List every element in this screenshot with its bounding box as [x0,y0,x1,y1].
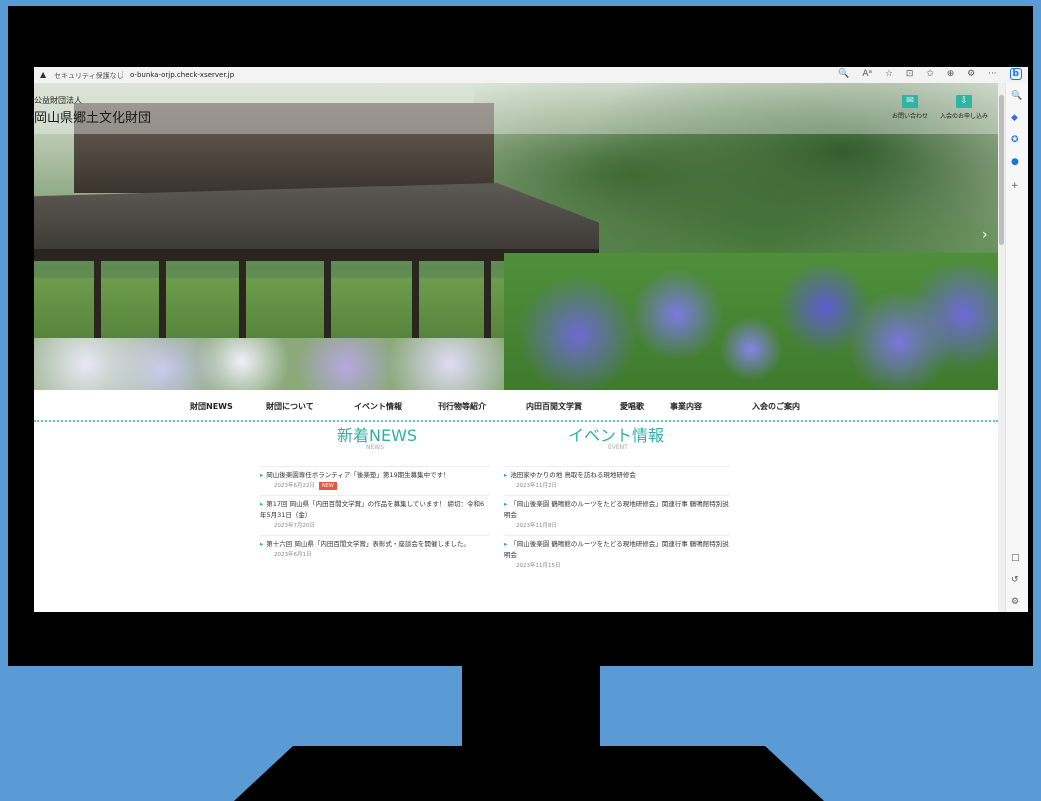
hero-hydrangeas [504,253,998,390]
nav-item-events[interactable]: イベント情報 [354,401,402,412]
event-item[interactable]: ▸ 「岡山後楽園 鶴鳴館のルーツをたどる現地研修会」関連行事 鶴鳴館特別説明会 2… [504,539,730,572]
events-subtitle: EVENT [608,444,628,451]
document-icon: ⇩ [956,95,972,108]
hero-post [484,261,491,341]
sidebar-external-icon[interactable]: ↺ [1011,575,1019,585]
news-item-date: 2023年7月20日 [274,523,315,529]
event-item-date: 2023年11月15日 [516,563,561,569]
news-item-date: 2023年6月1日 [274,552,312,558]
sidebar-tools-icon[interactable]: ◆ [1011,113,1018,123]
nav-item-business[interactable]: 事業内容 [670,401,702,412]
hero-post [94,261,101,341]
new-badge: NEW [319,482,337,490]
split-screen-icon[interactable]: ⊡ [906,69,914,79]
contact-button[interactable]: ✉ お問い合わせ [888,95,932,120]
bing-copilot-icon[interactable]: b [1009,68,1022,80]
warning-icon[interactable]: ▲ [40,70,46,79]
events-divider [504,466,730,467]
bullet-icon: ▸ [504,540,508,548]
org-subtitle: 公益財団法人 [34,96,82,105]
read-aloud-icon[interactable]: Aᵃ [862,69,872,79]
slider-next-icon[interactable]: › [982,227,988,243]
nav-item-about[interactable]: 財団について [266,401,314,412]
site-header [34,83,998,134]
event-item-text[interactable]: 池田家ゆかりの地 鳥取を訪ねる現地研修会 [510,471,636,479]
bullet-icon: ▸ [260,540,264,548]
news-subtitle: NEWS [366,444,385,451]
bullet-icon: ▸ [260,471,264,479]
main-content: 新着NEWS NEWS ▸ 岡山後楽園専任ボランティア「後楽塾」第19期生募集中で… [34,422,998,612]
news-divider [260,466,490,467]
browser-toolbar: 🔍 Aᵃ ☆ ⊡ ✩ ⊕ ⚙ ··· b [828,68,1022,80]
nav-item-publications[interactable]: 刊行物等紹介 [438,401,486,412]
contact-label: お問い合わせ [891,113,928,120]
hero-post [412,261,419,341]
monitor-neck [462,666,600,748]
bullet-icon: ▸ [504,500,508,508]
event-item-text[interactable]: 「岡山後楽園 鶴鳴館のルーツをたどる現地研修会」関連行事 鶴鳴館特別説明会 [504,540,729,559]
event-item-text[interactable]: 「岡山後楽園 鶴鳴館のルーツをたどる現地研修会」関連行事 鶴鳴館特別説明会 [504,500,729,519]
sidebar-layout-icon[interactable]: □ [1011,553,1020,563]
hero-post [324,261,331,341]
bullet-icon: ▸ [260,500,264,508]
nav-item-news[interactable]: 財団NEWS [190,401,233,412]
favorites-list-icon[interactable]: ✩ [926,69,934,79]
sidebar-games-icon[interactable]: ✪ [1011,135,1019,145]
hero-post [159,261,166,341]
news-item[interactable]: ▸ 第17回 岡山県「内田百閒文学賞」の作品を募集しています！ 締切：令和6年5月… [260,499,490,532]
news-divider [260,535,490,536]
favorite-icon[interactable]: ☆ [885,69,893,79]
event-item[interactable]: ▸ 池田家ゆかりの地 鳥取を訪ねる現地研修会 2023年11月2日 [504,470,730,492]
zoom-icon[interactable]: 🔍 [838,69,849,79]
news-divider [260,495,490,496]
news-item-date: 2023年6月22日 NEW [274,481,490,492]
news-item-text[interactable]: 第17回 岡山県「内田百閒文学賞」の作品を募集しています！ 締切：令和6年5月3… [260,500,484,519]
join-label: 入会のお申し込み [939,113,988,120]
sidebar-search-icon[interactable]: 🔍 [1011,91,1022,101]
news-title: 新着NEWS [337,426,418,445]
scrollbar-thumb[interactable] [999,95,1004,245]
hero-post [239,261,246,341]
nav-item-literary-award[interactable]: 内田百閒文学賞 [526,401,582,412]
sidebar-settings-icon[interactable]: ⚙ [1011,597,1019,607]
event-item-date: 2023年11月8日 [516,523,557,529]
sidebar-outlook-icon[interactable]: ● [1011,157,1019,167]
security-status[interactable]: セキュリティ保護なし [54,71,124,81]
url-text[interactable]: o-bunka-orjp.check-xserver.jp [130,71,234,79]
browser-screen: ▲ セキュリティ保護なし | o-bunka-orjp.check-xserve… [34,67,1028,612]
more-menu-icon[interactable]: ··· [988,69,997,79]
sidebar-add-icon[interactable]: + [1011,181,1019,191]
address-separator: | [121,70,124,78]
bullet-icon: ▸ [504,471,508,479]
extensions-icon[interactable]: ⚙ [967,69,975,79]
monitor-base [234,746,824,801]
join-button[interactable]: ⇩ 入会のお申し込み [936,95,992,120]
events-divider [504,495,730,496]
news-item-text[interactable]: 岡山後楽園専任ボランティア「後楽塾」第19期生募集中です！ [266,471,449,479]
event-item-date: 2023年11月2日 [516,483,557,489]
events-divider [504,535,730,536]
nav-item-membership[interactable]: 入会のご案内 [752,401,800,412]
main-nav: 財団NEWS 財団について イベント情報 刊行物等紹介 内田百閒文学賞 愛唱歌 … [34,390,998,422]
news-item[interactable]: ▸ 第十六回 岡山県「内田百閒文学賞」表彰式・座談会を開催しました。 2023年6… [260,539,490,561]
address-bar[interactable]: ▲ セキュリティ保護なし | o-bunka-orjp.check-xserve… [34,67,1028,84]
events-title: イベント情報 [568,426,665,445]
browser-sidebar: 🔍 ◆ ✪ ● + □ ↺ ⚙ [1005,83,1028,612]
hero-flowers-left [34,338,554,390]
nav-item-songs[interactable]: 愛唱歌 [620,401,644,412]
news-item-text[interactable]: 第十六回 岡山県「内田百閒文学賞」表彰式・座談会を開催しました。 [266,540,470,548]
site-logo[interactable]: 岡山県郷土文化財団 [34,107,151,126]
news-item[interactable]: ▸ 岡山後楽園専任ボランティア「後楽塾」第19期生募集中です！ 2023年6月22… [260,470,490,492]
mail-icon: ✉ [902,95,918,108]
page-scrollbar[interactable] [998,83,1005,612]
event-item[interactable]: ▸ 「岡山後楽園 鶴鳴館のルーツをたどる現地研修会」関連行事 鶴鳴館特別説明会 2… [504,499,730,532]
collections-icon[interactable]: ⊕ [947,69,955,79]
